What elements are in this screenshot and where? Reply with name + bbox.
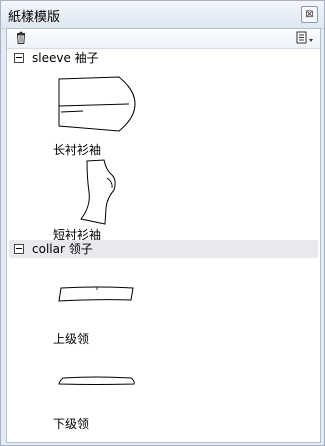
title-bar[interactable]: 紙樣模版 ⊠ — [1, 1, 324, 29]
group-sleeve[interactable]: sleeve 袖子 — [9, 49, 318, 67]
item-label-lower-collar[interactable]: 下级领 — [53, 415, 89, 432]
close-button[interactable]: ⊠ — [301, 6, 318, 23]
collapse-toggle[interactable] — [14, 244, 24, 254]
document-menu-icon[interactable] — [296, 31, 316, 45]
group-collar[interactable]: collar 领子 — [9, 240, 318, 258]
template-panel: sleeve 袖子 长衬衫袖 短衬衫袖 collar 领子 上级领 下级领 — [6, 28, 321, 443]
collapse-toggle[interactable] — [14, 53, 24, 63]
close-icon: ⊠ — [305, 9, 314, 20]
pattern-template-window: 紙樣模版 ⊠ sleeve 袖子 长衬衫袖 短衬衫袖 collar 领子 上级领… — [0, 0, 325, 446]
group-label: sleeve 袖子 — [32, 51, 99, 65]
trash-icon[interactable] — [14, 31, 28, 45]
upper-collar-pattern-icon[interactable] — [57, 285, 137, 305]
group-label: collar 领子 — [32, 242, 93, 256]
lower-collar-pattern-icon[interactable] — [57, 374, 139, 390]
item-label-upper-collar[interactable]: 上级领 — [53, 330, 89, 347]
short-sleeve-pattern-icon[interactable] — [77, 158, 119, 226]
window-title: 紙樣模版 — [8, 10, 61, 25]
toolbar — [7, 29, 320, 49]
item-label-long-sleeve[interactable]: 长衬衫袖 — [53, 141, 101, 158]
long-sleeve-pattern-icon[interactable] — [55, 74, 137, 134]
